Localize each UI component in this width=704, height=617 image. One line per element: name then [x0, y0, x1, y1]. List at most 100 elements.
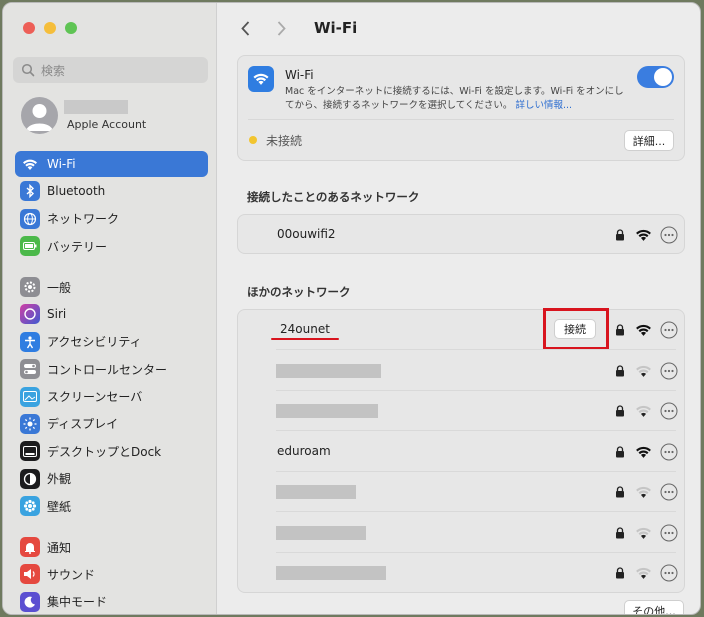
more-options-icon[interactable] [660, 443, 678, 461]
close-window-button[interactable] [23, 22, 35, 34]
sidebar-item-focus[interactable]: 集中モード [15, 589, 208, 614]
sidebar-item-control-center[interactable]: コントロールセンター [15, 356, 208, 382]
sidebar-item-label: バッテリー [47, 239, 108, 254]
wallpaper-icon [20, 496, 40, 517]
wifi-signal-full-icon [636, 446, 651, 458]
display-icon [20, 413, 40, 434]
other-networks-list: 24ounet 接続 eduroam [237, 308, 685, 593]
sidebar-item-screensaver[interactable]: スクリーンセーバ [15, 384, 208, 410]
wifi-signal-weak-icon [636, 527, 651, 539]
more-options-icon[interactable] [660, 321, 678, 339]
sidebar-group-notifications: 通知 サウンド 集中モード [15, 534, 208, 614]
sidebar-item-accessibility[interactable]: アクセシビリティ [15, 329, 208, 355]
more-options-icon[interactable] [660, 564, 678, 582]
lock-icon [616, 526, 624, 538]
sidebar-item-label: Wi-Fi [47, 157, 76, 171]
sidebar-item-battery[interactable]: バッテリー [15, 233, 208, 259]
network-row[interactable] [238, 391, 684, 431]
sidebar-item-display[interactable]: ディスプレイ [15, 411, 208, 437]
network-row[interactable]: eduroam [238, 432, 684, 472]
other-network-button[interactable]: その他... [624, 600, 684, 614]
wifi-signal-weak-icon [636, 405, 651, 417]
zoom-window-button[interactable] [65, 22, 77, 34]
sidebar-item-label: Siri [47, 307, 67, 322]
network-row[interactable]: 00ouwifi2 [238, 215, 684, 255]
lock-icon [616, 405, 624, 417]
network-row[interactable] [238, 513, 684, 553]
network-name: 00ouwifi2 [277, 227, 336, 241]
chevron-left-icon [240, 20, 249, 36]
speaker-icon [20, 564, 40, 585]
other-networks-title: ほかのネットワーク [247, 285, 351, 299]
network-row[interactable]: 24ounet 接続 [238, 308, 684, 350]
status-indicator [249, 136, 257, 144]
more-options-icon[interactable] [660, 524, 678, 542]
lock-icon [616, 229, 624, 241]
forward-button[interactable] [272, 17, 290, 39]
search-field[interactable]: 検索 [13, 57, 208, 83]
sidebar-item-label: コントロールセンター [47, 362, 168, 377]
window-controls [23, 22, 77, 34]
sidebar-item-appearance[interactable]: 外観 [15, 466, 208, 492]
divider [248, 119, 674, 120]
sidebar-item-desktop-dock[interactable]: デスクトップとDock [15, 438, 208, 464]
sidebar-item-label: Bluetooth [47, 184, 106, 199]
globe-icon [20, 208, 40, 229]
chevron-right-icon [277, 20, 286, 36]
account-label: Apple Account [67, 118, 147, 131]
back-button[interactable] [236, 17, 254, 39]
moon-icon [20, 591, 40, 612]
more-options-icon[interactable] [660, 483, 678, 501]
search-icon [21, 63, 35, 77]
wifi-signal-full-icon [636, 229, 651, 241]
sidebar-item-label: 壁紙 [47, 499, 72, 514]
wifi-signal-weak-icon [636, 365, 651, 377]
details-button[interactable]: 詳細... [624, 130, 674, 151]
connection-status: 未接続 [266, 134, 303, 148]
sidebar-item-label: ネットワーク [47, 212, 120, 227]
control-center-icon [20, 359, 40, 380]
wifi-settings-card: Wi-Fi Mac をインターネットに接続するには、Wi-Fi を設定します。W… [237, 55, 685, 161]
known-networks-title: 接続したことのあるネットワーク [247, 190, 420, 204]
sidebar-item-label: サウンド [47, 567, 96, 582]
sidebar-item-siri[interactable]: Siri [15, 301, 208, 327]
sidebar-item-label: スクリーンセーバ [47, 390, 143, 405]
network-name-redacted [276, 404, 378, 418]
appearance-icon [20, 468, 40, 489]
more-options-icon[interactable] [660, 226, 678, 244]
sidebar-item-network[interactable]: ネットワーク [15, 206, 208, 232]
network-name-redacted [276, 566, 386, 580]
sidebar-item-bluetooth[interactable]: Bluetooth [15, 178, 208, 204]
bell-icon [20, 537, 40, 557]
settings-window: 検索 Apple Account Wi-Fi Bluetooth ネットワーク … [2, 2, 701, 615]
sidebar-item-sound[interactable]: サウンド [15, 561, 208, 587]
sidebar-item-label: 一般 [47, 280, 72, 295]
network-name-redacted [276, 485, 356, 499]
minimize-window-button[interactable] [44, 22, 56, 34]
screensaver-icon [20, 386, 40, 407]
battery-icon [20, 236, 40, 257]
network-row[interactable] [238, 351, 684, 391]
network-row[interactable] [238, 553, 684, 593]
apple-account-item[interactable]: Apple Account [21, 97, 211, 139]
more-options-icon[interactable] [660, 402, 678, 420]
wifi-icon [20, 154, 40, 174]
sidebar-item-notifications[interactable]: 通知 [15, 534, 208, 560]
accessibility-icon [20, 331, 40, 352]
avatar [21, 97, 58, 134]
wifi-toggle[interactable] [637, 66, 674, 88]
sidebar-item-wallpaper[interactable]: 壁紙 [15, 493, 208, 519]
sidebar-item-wifi[interactable]: Wi-Fi [15, 151, 208, 177]
toolbar: Wi-Fi [236, 17, 357, 39]
account-name-redacted [64, 100, 128, 114]
person-icon [26, 104, 53, 131]
sidebar-item-general[interactable]: 一般 [15, 274, 208, 300]
network-row[interactable] [238, 472, 684, 512]
sidebar: 検索 Apple Account Wi-Fi Bluetooth ネットワーク … [3, 3, 217, 614]
sidebar-item-label: ディスプレイ [47, 417, 119, 432]
wifi-signal-weak-icon [636, 486, 651, 498]
network-name: 24ounet [280, 322, 330, 336]
more-options-icon[interactable] [660, 362, 678, 380]
wifi-icon [248, 66, 274, 92]
learn-more-link[interactable]: 詳しい情報... [515, 100, 572, 111]
